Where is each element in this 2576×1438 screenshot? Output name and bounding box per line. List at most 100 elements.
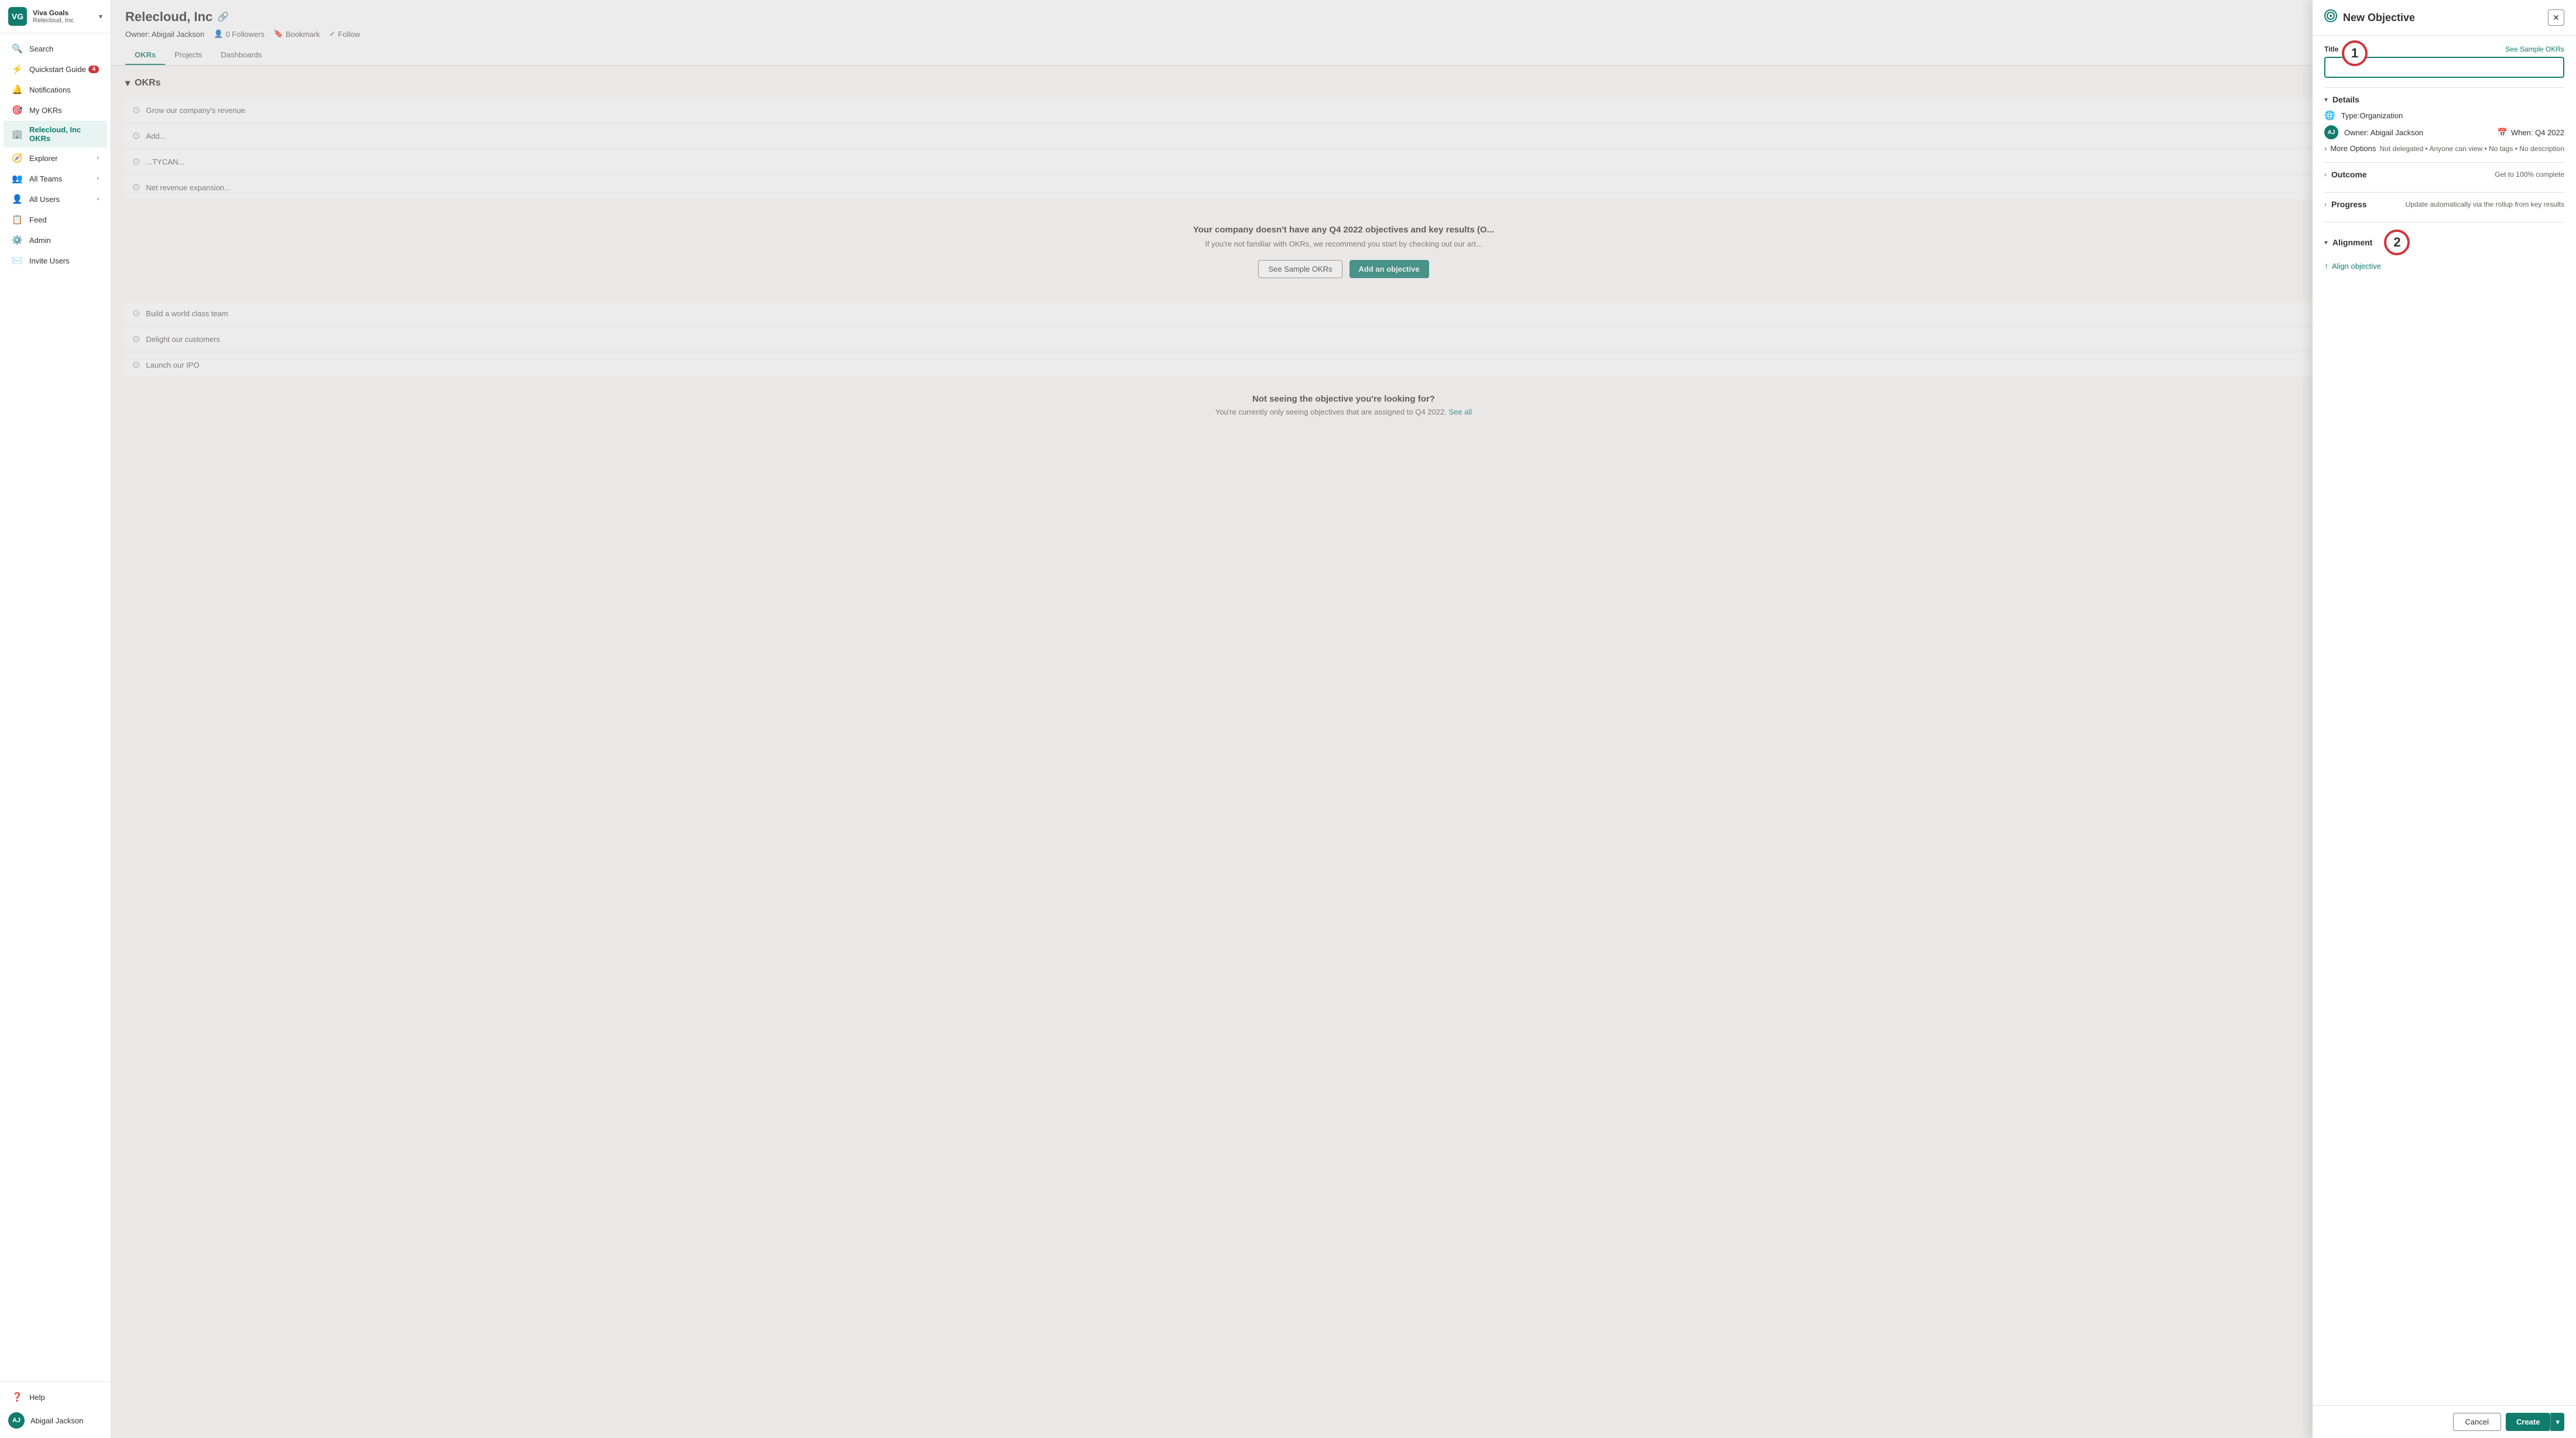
bookmark-button[interactable]: 🔖 Bookmark: [274, 29, 320, 39]
sidebar-item-label: Admin: [29, 236, 99, 245]
okr-label: ...TYCAN...: [146, 158, 184, 166]
tab-projects[interactable]: Projects: [165, 46, 211, 65]
progress-section-header[interactable]: › Progress Update automatically via the …: [2324, 200, 2564, 209]
sidebar-item-explorer[interactable]: 🧭 Explorer ›: [4, 148, 107, 168]
table-row[interactable]: ⊙ Add...: [125, 124, 2562, 148]
sidebar-item-admin[interactable]: ⚙️ Admin: [4, 230, 107, 250]
sidebar-item-label: Relecloud, Inc OKRs: [29, 125, 99, 143]
okr-icon: ⊙: [132, 182, 140, 193]
cancel-button[interactable]: Cancel: [2453, 1413, 2501, 1431]
sidebar-item-label: My OKRs: [29, 106, 99, 115]
sidebar-org-name: Relecloud, Inc: [33, 17, 99, 24]
feed-icon: 📋: [12, 214, 23, 225]
outcome-section-header[interactable]: › Outcome Get to 100% complete: [2324, 170, 2564, 179]
sidebar-user[interactable]: AJ Abigail Jackson: [0, 1408, 111, 1433]
table-row[interactable]: ⊙ Delight our customers: [125, 327, 2562, 351]
not-seeing-section: Not seeing the objective you're looking …: [125, 394, 2562, 416]
okr-list: ⊙ Grow our company's revenue ⊙ Add... ⊙ …: [125, 98, 2562, 199]
sidebar-item-allusers[interactable]: 👤 All Users ›: [4, 189, 107, 209]
sidebar-item-label: All Users: [29, 195, 97, 204]
sidebar-item-label: Quickstart Guide: [29, 65, 88, 74]
panel-footer: Cancel Create ▾: [2313, 1405, 2576, 1438]
table-row[interactable]: ⊙ Grow our company's revenue: [125, 98, 2562, 122]
outcome-section: › Outcome Get to 100% complete: [2324, 162, 2564, 192]
sidebar-item-feed[interactable]: 📋 Feed: [4, 210, 107, 230]
empty-state-title: Your company doesn't have any Q4 2022 ob…: [137, 225, 2550, 235]
sidebar-expand-icon: ▾: [99, 12, 102, 20]
calendar-icon: 📅: [2498, 128, 2508, 138]
okr-label: Add...: [146, 132, 166, 141]
tab-okrs[interactable]: OKRs: [125, 46, 165, 65]
alignment-section-header[interactable]: ▾ Alignment 2: [2324, 230, 2564, 255]
external-link-icon[interactable]: 🔗: [217, 11, 229, 23]
when-label: When: Q4 2022: [2511, 128, 2564, 137]
sidebar-item-quickstart[interactable]: ⚡ Quickstart Guide 4: [4, 59, 107, 79]
followers-count: 👤 0 Followers: [214, 29, 265, 39]
tab-dashboards[interactable]: Dashboards: [211, 46, 271, 65]
okr-icon: ⊙: [132, 333, 140, 345]
details-section-title: Details: [2332, 95, 2359, 104]
progress-chevron-icon: ›: [2324, 200, 2327, 208]
page-title: Relecloud, Inc: [125, 9, 213, 25]
sidebar-item-search[interactable]: 🔍 Search: [4, 39, 107, 59]
outcome-chevron-icon: ›: [2324, 170, 2327, 179]
see-all-link[interactable]: See all: [1449, 408, 1472, 416]
more-options-row[interactable]: › More Options Not delegated • Anyone ca…: [2324, 144, 2564, 153]
panel-title-row: Title 1 See Sample OKRs: [2324, 45, 2564, 53]
see-sample-okrs-button[interactable]: See Sample OKRs: [1258, 260, 1342, 278]
invite-icon: ✉️: [12, 255, 23, 266]
quickstart-icon: ⚡: [12, 64, 23, 74]
panel-title: New Objective: [2343, 12, 2548, 24]
sidebar-item-relecloud[interactable]: 🏢 Relecloud, Inc OKRs: [4, 121, 107, 148]
main-header: Relecloud, Inc 🔗 Owner: Abigail Jackson …: [111, 0, 2576, 66]
sidebar-item-label: Search: [29, 44, 99, 53]
alignment-section-title: Alignment: [2332, 238, 2372, 247]
panel-header: New Objective ✕: [2313, 0, 2576, 36]
progress-section: › Progress Update automatically via the …: [2324, 192, 2564, 222]
allteams-icon: 👥: [12, 173, 23, 184]
sidebar-item-myokrs[interactable]: 🎯 My OKRs: [4, 100, 107, 120]
sidebar-header[interactable]: VG Viva Goals Relecloud, Inc ▾: [0, 0, 111, 33]
sidebar-item-invite[interactable]: ✉️ Invite Users: [4, 251, 107, 271]
type-label: Type:Organization: [2341, 111, 2403, 120]
create-button-group: Create ▾: [2506, 1413, 2564, 1431]
close-panel-button[interactable]: ✕: [2548, 9, 2564, 26]
align-objective-link[interactable]: ↑ Align objective: [2324, 261, 2564, 271]
details-section-header[interactable]: ▾ Details: [2324, 95, 2564, 104]
table-row[interactable]: ⊙ Net revenue expansion...: [125, 176, 2562, 199]
annotation-2: 2: [2384, 230, 2410, 255]
table-row[interactable]: ⊙ Launch our IPO: [125, 353, 2562, 376]
chevron-down-icon: ▾: [125, 77, 130, 89]
create-button[interactable]: Create: [2506, 1413, 2550, 1431]
sidebar-item-label: Explorer: [29, 154, 97, 163]
more-options-chevron-icon: ›: [2324, 144, 2327, 153]
sidebar-app-title: Viva Goals: [33, 9, 99, 17]
not-seeing-title: Not seeing the objective you're looking …: [125, 394, 2562, 404]
details-section: ▾ Details 🌐 Type:Organization AJ Owner: …: [2324, 87, 2564, 162]
help-icon: ❓: [12, 1392, 23, 1402]
table-row[interactable]: ⊙ ...TYCAN...: [125, 150, 2562, 173]
follow-button[interactable]: ✓ Follow: [330, 29, 360, 39]
sidebar-item-notifications[interactable]: 🔔 Notifications: [4, 80, 107, 100]
explorer-chevron-icon: ›: [97, 155, 99, 162]
table-row[interactable]: ⊙ Build a world class team: [125, 302, 2562, 325]
sidebar-item-allteams[interactable]: 👥 All Teams ›: [4, 169, 107, 189]
sidebar-org-info: Viva Goals Relecloud, Inc: [33, 9, 99, 24]
annotation-1: 1: [2342, 40, 2368, 66]
more-options-label: More Options: [2330, 144, 2376, 153]
sidebar: VG Viva Goals Relecloud, Inc ▾ 🔍 Search …: [0, 0, 111, 1438]
okr-icon: ⊙: [132, 156, 140, 167]
sidebar-username: Abigail Jackson: [30, 1416, 83, 1425]
not-seeing-sub: You're currently only seeing objectives …: [125, 408, 2562, 416]
okr-list-2: ⊙ Build a world class team ⊙ Delight our…: [125, 302, 2562, 376]
create-dropdown-button[interactable]: ▾: [2550, 1413, 2564, 1431]
alignment-chevron-icon: ▾: [2324, 238, 2328, 246]
add-objective-button[interactable]: Add an objective: [1349, 260, 1429, 278]
owner-label: Owner: Abigail Jackson: [125, 30, 204, 39]
sidebar-item-label: Feed: [29, 215, 99, 224]
sidebar-item-help[interactable]: ❓ Help: [4, 1387, 107, 1407]
main-meta: Owner: Abigail Jackson 👤 0 Followers 🔖 B…: [125, 29, 2562, 39]
panel-body: Title 1 See Sample OKRs ▾ Details 🌐 Type…: [2313, 36, 2576, 1405]
see-sample-link[interactable]: See Sample OKRs: [2505, 45, 2564, 53]
followers-icon: 👤: [214, 29, 223, 39]
